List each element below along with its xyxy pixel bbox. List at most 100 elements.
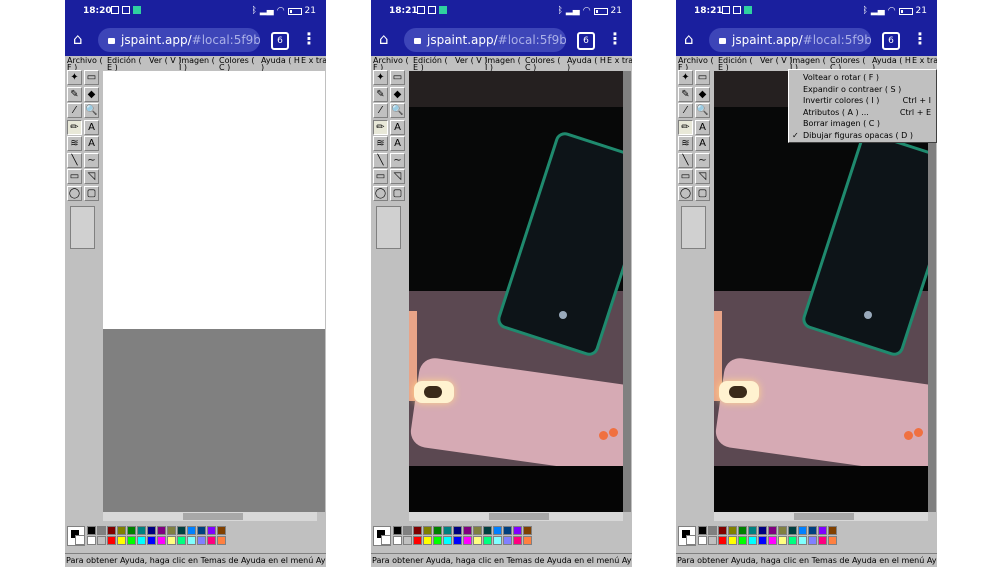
color-swatch[interactable]: [513, 536, 522, 545]
color-swatch[interactable]: [718, 536, 727, 545]
line-icon[interactable]: ╲: [67, 152, 82, 168]
color-swatch[interactable]: [127, 526, 136, 535]
airbrush-icon[interactable]: ≋: [67, 136, 82, 151]
line-icon[interactable]: ╲: [678, 152, 693, 168]
color-swatch[interactable]: [403, 536, 412, 545]
text-icon[interactable]: A: [695, 136, 710, 151]
eraser-icon[interactable]: ✎: [678, 86, 693, 102]
magnifier-icon[interactable]: 🔍: [84, 103, 99, 118]
color-swatch[interactable]: [473, 536, 482, 545]
menu-4[interactable]: Colores ( C ): [219, 57, 259, 72]
curve-icon[interactable]: ∼: [695, 152, 710, 168]
color-swatch[interactable]: [87, 526, 96, 535]
rectangle-icon[interactable]: ▭: [678, 169, 693, 184]
free-select-icon[interactable]: ✦: [678, 70, 693, 85]
eraser-icon[interactable]: ✎: [67, 86, 82, 102]
color-swatch[interactable]: [748, 536, 757, 545]
more-options-icon[interactable]: ⋮: [301, 29, 317, 49]
tool-options-panel[interactable]: [681, 206, 706, 249]
color-swatch[interactable]: [423, 526, 432, 535]
menu-4[interactable]: Colores ( C ): [525, 57, 565, 72]
rounded-rect-icon[interactable]: ▢: [695, 185, 710, 201]
airbrush-icon[interactable]: ≋: [373, 136, 388, 151]
color-swatch[interactable]: [147, 526, 156, 535]
color-swatch[interactable]: [127, 536, 136, 545]
menu-5[interactable]: Ayuda ( H ): [261, 57, 301, 72]
color-swatch[interactable]: [493, 526, 502, 535]
home-icon[interactable]: ⌂: [684, 31, 700, 47]
polygon-icon[interactable]: ◹: [84, 169, 99, 184]
free-select-icon[interactable]: ✦: [373, 70, 388, 85]
brush-icon[interactable]: A: [695, 119, 710, 135]
magnifier-icon[interactable]: 🔍: [695, 103, 710, 118]
tabs-count-button[interactable]: 6: [271, 32, 289, 50]
color-swatch[interactable]: [758, 536, 767, 545]
line-icon[interactable]: ╲: [373, 152, 388, 168]
pencil-icon[interactable]: ✏: [373, 119, 388, 135]
text-icon[interactable]: A: [390, 136, 405, 151]
color-swatch[interactable]: [698, 526, 707, 535]
color-swatch[interactable]: [738, 536, 747, 545]
color-swatch[interactable]: [818, 526, 827, 535]
color-swatch[interactable]: [393, 536, 402, 545]
color-swatch[interactable]: [137, 526, 146, 535]
brush-icon[interactable]: A: [390, 119, 405, 135]
color-swatch[interactable]: [758, 526, 767, 535]
color-swatch[interactable]: [708, 526, 717, 535]
rectangle-icon[interactable]: ▭: [373, 169, 388, 184]
color-swatch[interactable]: [443, 526, 452, 535]
color-swatch[interactable]: [217, 526, 226, 535]
pencil-icon[interactable]: ✏: [678, 119, 693, 135]
tabs-count-button[interactable]: 6: [577, 32, 595, 50]
curve-icon[interactable]: ∼: [390, 152, 405, 168]
color-swatch[interactable]: [523, 536, 532, 545]
color-swatch[interactable]: [177, 526, 186, 535]
polygon-icon[interactable]: ◹: [695, 169, 710, 184]
magnifier-icon[interactable]: 🔍: [390, 103, 405, 118]
free-select-icon[interactable]: ✦: [67, 70, 82, 85]
fill-bucket-icon[interactable]: ◆: [390, 86, 405, 102]
fill-bucket-icon[interactable]: ◆: [695, 86, 710, 102]
rect-select-icon[interactable]: ▭: [390, 70, 405, 85]
color-swatch[interactable]: [453, 526, 462, 535]
menu-6[interactable]: E x tras: [607, 57, 632, 65]
rect-select-icon[interactable]: ▭: [84, 70, 99, 85]
menu-3[interactable]: Imagen ( I ): [179, 57, 219, 72]
color-swatch[interactable]: [728, 526, 737, 535]
rectangle-icon[interactable]: ▭: [67, 169, 82, 184]
color-swatch[interactable]: [778, 536, 787, 545]
color-swatch[interactable]: [473, 526, 482, 535]
color-swatch[interactable]: [463, 526, 472, 535]
image-menu-item[interactable]: Expandir o contraer ( S ): [803, 84, 935, 95]
color-swatch[interactable]: [197, 526, 206, 535]
color-swatch[interactable]: [523, 526, 532, 535]
menu-0[interactable]: Archivo ( F ): [678, 57, 718, 72]
menu-0[interactable]: Archivo ( F ): [373, 57, 413, 72]
color-swatch[interactable]: [798, 526, 807, 535]
color-swatch[interactable]: [493, 536, 502, 545]
color-swatch[interactable]: [217, 536, 226, 545]
menu-1[interactable]: Edición ( E ): [413, 57, 453, 72]
color-swatch[interactable]: [818, 536, 827, 545]
color-swatch[interactable]: [808, 526, 817, 535]
color-swatch[interactable]: [393, 526, 402, 535]
color-swatch[interactable]: [207, 536, 216, 545]
color-swatch[interactable]: [718, 526, 727, 535]
menu-5[interactable]: Ayuda ( H ): [567, 57, 607, 72]
color-swatch[interactable]: [503, 526, 512, 535]
horizontal-scrollbar[interactable]: [714, 512, 928, 521]
color-swatch[interactable]: [167, 526, 176, 535]
rect-select-icon[interactable]: ▭: [695, 70, 710, 85]
more-options-icon[interactable]: ⋮: [607, 29, 623, 49]
polygon-icon[interactable]: ◹: [390, 169, 405, 184]
color-swatch[interactable]: [117, 526, 126, 535]
color-swatch[interactable]: [423, 536, 432, 545]
color-swatch[interactable]: [828, 526, 837, 535]
color-swatch[interactable]: [708, 536, 717, 545]
color-swatch[interactable]: [483, 526, 492, 535]
color-swatch[interactable]: [107, 526, 116, 535]
menu-3[interactable]: Imagen ( I ): [485, 57, 525, 72]
url-bar[interactable]: jspaint.app/#local:5f9bd1d6: [404, 28, 566, 52]
color-swatch[interactable]: [828, 536, 837, 545]
rounded-rect-icon[interactable]: ▢: [84, 185, 99, 201]
